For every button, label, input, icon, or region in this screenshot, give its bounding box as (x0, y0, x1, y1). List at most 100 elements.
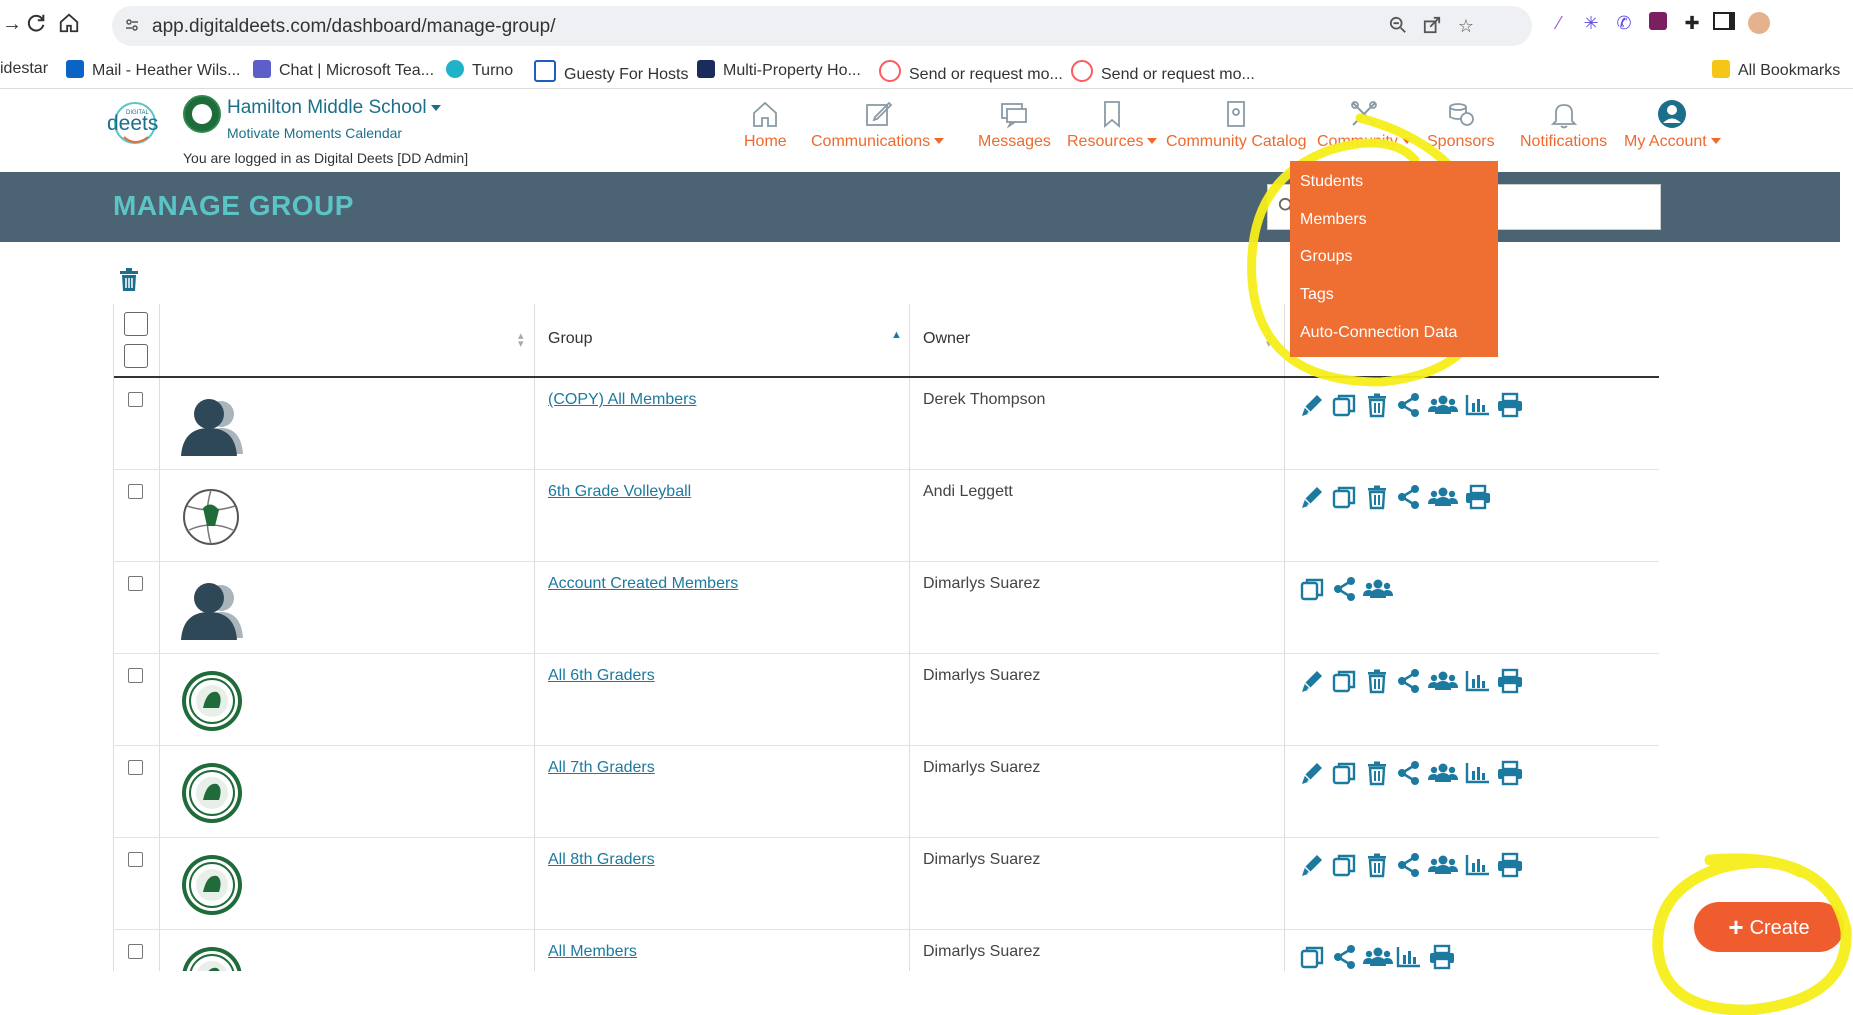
group-column-header[interactable]: Group ▲ (535, 304, 910, 376)
group-name-link[interactable]: 6th Grade Volleyball (548, 483, 691, 501)
group-name-link[interactable]: Account Created Members (548, 575, 738, 593)
group-name-link[interactable]: All Members (548, 943, 637, 961)
copy-icon[interactable] (1331, 484, 1359, 510)
copy-icon[interactable] (1331, 668, 1359, 694)
nav-resources[interactable]: Resources (1067, 99, 1158, 151)
select-page-checkbox[interactable] (124, 344, 148, 368)
members-icon[interactable] (1428, 852, 1458, 878)
copy-icon[interactable] (1331, 392, 1359, 418)
bookmark-item[interactable]: Guesty For Hosts (534, 60, 688, 84)
stats-icon[interactable] (1464, 852, 1492, 878)
members-icon[interactable] (1363, 576, 1393, 602)
group-name-link[interactable]: (COPY) All Members (548, 391, 696, 409)
nav-sponsors[interactable]: Sponsors (1427, 99, 1495, 151)
site-info-icon[interactable] (124, 17, 140, 33)
extension-snowflake-icon[interactable]: ✳ (1580, 12, 1602, 34)
edit-icon[interactable] (1299, 392, 1327, 418)
select-all-checkbox[interactable] (124, 312, 148, 336)
bookmark-item[interactable]: Turno (446, 60, 513, 80)
members-icon[interactable] (1428, 760, 1458, 786)
share-icon[interactable] (1331, 576, 1359, 602)
print-icon[interactable] (1496, 852, 1524, 878)
trash-icon[interactable] (1363, 760, 1391, 786)
school-selector[interactable]: Hamilton Middle School (227, 97, 441, 119)
bulk-delete-icon[interactable] (118, 268, 140, 292)
row-checkbox[interactable] (128, 392, 143, 407)
dropdown-item-groups[interactable]: Groups (1300, 248, 1352, 266)
bookmark-item[interactable]: Send or request mo... (879, 60, 1063, 84)
stats-icon[interactable] (1395, 944, 1423, 970)
nav-community-catalog[interactable]: Community Catalog (1166, 99, 1307, 151)
members-icon[interactable] (1428, 668, 1458, 694)
bookmark-item[interactable]: Multi-Property Ho... (697, 60, 861, 80)
side-panel-icon[interactable] (1713, 12, 1735, 34)
address-bar[interactable]: app.digitaldeets.com/dashboard/manage-gr… (112, 6, 1532, 46)
dropdown-item-students[interactable]: Students (1300, 173, 1363, 191)
share-icon[interactable] (1395, 668, 1423, 694)
stats-icon[interactable] (1464, 760, 1492, 786)
share-icon[interactable] (1395, 852, 1423, 878)
bookmark-item[interactable]: idestar (0, 60, 48, 78)
edit-icon[interactable] (1299, 852, 1327, 878)
dropdown-item-tags[interactable]: Tags (1300, 286, 1334, 304)
share-icon[interactable] (1395, 484, 1423, 510)
print-icon[interactable] (1496, 392, 1524, 418)
home-browser-icon[interactable] (57, 12, 81, 36)
trash-icon[interactable] (1363, 668, 1391, 694)
copy-icon[interactable] (1331, 852, 1359, 878)
print-icon[interactable] (1428, 944, 1456, 970)
avatar-column-header[interactable]: ▴ ▾ (160, 304, 535, 376)
bookmark-star-icon[interactable]: ☆ (1456, 16, 1476, 36)
print-icon[interactable] (1496, 760, 1524, 786)
bookmark-item[interactable]: Mail - Heather Wils... (66, 60, 240, 80)
edit-icon[interactable] (1299, 484, 1327, 510)
group-name-link[interactable]: All 7th Graders (548, 759, 655, 777)
stats-icon[interactable] (1464, 392, 1492, 418)
row-checkbox[interactable] (128, 760, 143, 775)
extension-onenote-icon[interactable] (1647, 12, 1669, 34)
row-checkbox[interactable] (128, 668, 143, 683)
nav-communications[interactable]: Communications (811, 99, 945, 151)
members-icon[interactable] (1363, 944, 1393, 970)
forward-icon[interactable]: → (0, 12, 24, 36)
dropdown-item-members[interactable]: Members (1300, 211, 1367, 229)
profile-avatar[interactable] (1748, 12, 1770, 34)
row-checkbox[interactable] (128, 944, 143, 959)
row-checkbox[interactable] (128, 484, 143, 499)
share-icon[interactable] (1395, 760, 1423, 786)
share-page-icon[interactable] (1422, 16, 1442, 36)
members-icon[interactable] (1428, 484, 1458, 510)
nav-my-account[interactable]: My Account (1624, 99, 1721, 151)
copy-icon[interactable] (1299, 944, 1327, 970)
stats-icon[interactable] (1464, 668, 1492, 694)
group-name-link[interactable]: All 6th Graders (548, 667, 655, 685)
extension-phone-icon[interactable]: ✆ (1613, 12, 1635, 34)
extensions-puzzle-icon[interactable]: ✚ (1681, 12, 1703, 34)
print-icon[interactable] (1464, 484, 1492, 510)
all-bookmarks[interactable]: All Bookmarks (1712, 60, 1840, 80)
nav-notifications[interactable]: Notifications (1520, 99, 1607, 151)
reload-icon[interactable] (24, 12, 48, 36)
nav-home[interactable]: Home (744, 99, 787, 151)
row-checkbox[interactable] (128, 576, 143, 591)
print-icon[interactable] (1496, 668, 1524, 694)
trash-icon[interactable] (1363, 392, 1391, 418)
nav-messages[interactable]: Messages (978, 99, 1051, 151)
dropdown-item-auto-connection-data[interactable]: Auto-Connection Data (1300, 324, 1457, 342)
zoom-icon[interactable] (1388, 16, 1408, 36)
extension-pen-icon[interactable]: ⁄ (1548, 12, 1570, 34)
bookmark-item[interactable]: Chat | Microsoft Tea... (253, 60, 434, 80)
members-icon[interactable] (1428, 392, 1458, 418)
trash-icon[interactable] (1363, 484, 1391, 510)
share-icon[interactable] (1395, 392, 1423, 418)
digital-deets-logo[interactable]: DIGITAL deets (104, 97, 166, 149)
trash-icon[interactable] (1363, 852, 1391, 878)
owner-column-header[interactable]: Owner ▴ ▾ (910, 304, 1285, 376)
group-name-link[interactable]: All 8th Graders (548, 851, 655, 869)
copy-icon[interactable] (1331, 760, 1359, 786)
row-checkbox[interactable] (128, 852, 143, 867)
edit-icon[interactable] (1299, 668, 1327, 694)
share-icon[interactable] (1331, 944, 1359, 970)
create-group-button[interactable]: + Create (1694, 902, 1844, 952)
copy-icon[interactable] (1299, 576, 1327, 602)
